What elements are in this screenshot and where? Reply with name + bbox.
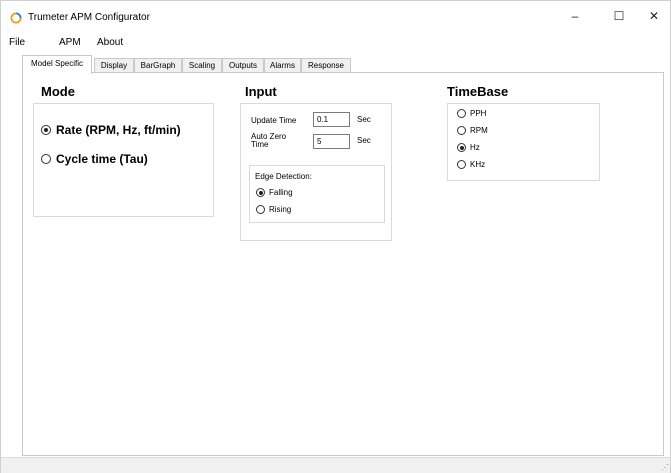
input-heading: Input [245, 84, 277, 99]
timebase-hz-radio[interactable]: Hz [457, 143, 480, 152]
edge-rising-label: Rising [269, 205, 292, 214]
menu-apm[interactable]: APM [59, 37, 81, 48]
edge-detection-label: Edge Detection: [255, 172, 312, 181]
app-window: Trumeter APM Configurator – ☐ ✕ File APM… [0, 0, 671, 473]
timebase-hz-label: Hz [470, 143, 480, 152]
tab-strip: Model Specific Display BarGraph Scaling … [1, 55, 670, 74]
tab-outputs[interactable]: Outputs [222, 58, 264, 73]
mode-rate-radio[interactable]: Rate (RPM, Hz, ft/min) [41, 123, 181, 137]
radio-unchecked-icon [457, 109, 466, 118]
mode-heading: Mode [41, 84, 75, 99]
edge-falling-radio[interactable]: Falling [256, 188, 293, 197]
auto-zero-input[interactable] [313, 134, 350, 149]
timebase-pph-label: PPH [470, 109, 487, 118]
radio-unchecked-icon [457, 160, 466, 169]
tab-bargraph[interactable]: BarGraph [134, 58, 182, 73]
tab-response[interactable]: Response [301, 58, 351, 73]
timebase-khz-radio[interactable]: KHz [457, 160, 485, 169]
timebase-rpm-radio[interactable]: RPM [457, 126, 488, 135]
radio-checked-icon [457, 143, 466, 152]
menu-file[interactable]: File [9, 37, 25, 48]
minimize-button[interactable]: – [557, 1, 593, 31]
update-time-unit: Sec [357, 115, 371, 124]
radio-unchecked-icon [41, 154, 51, 164]
input-group: Update Time Sec Auto Zero Time Sec Edge … [240, 103, 392, 241]
edge-rising-radio[interactable]: Rising [256, 205, 291, 214]
tab-display[interactable]: Display [94, 58, 134, 73]
title-bar[interactable]: Trumeter APM Configurator – ☐ ✕ [1, 1, 670, 33]
auto-zero-label-line2: Time [251, 140, 269, 149]
menu-bar: File APM About [1, 33, 670, 53]
mode-cycle-time-radio[interactable]: Cycle time (Tau) [41, 152, 148, 166]
edge-falling-label: Falling [269, 188, 293, 197]
resize-grip-icon[interactable]: ⋰ [661, 463, 669, 472]
mode-cycle-time-label: Cycle time (Tau) [56, 152, 148, 166]
radio-unchecked-icon [256, 205, 265, 214]
radio-unchecked-icon [457, 126, 466, 135]
timebase-heading: TimeBase [447, 84, 509, 99]
radio-checked-icon [256, 188, 265, 197]
mode-rate-label: Rate (RPM, Hz, ft/min) [56, 123, 181, 137]
update-time-input[interactable] [313, 112, 350, 127]
status-bar [1, 457, 670, 473]
edge-detection-group: Edge Detection: Falling Rising [249, 165, 385, 223]
timebase-rpm-label: RPM [470, 126, 488, 135]
radio-checked-icon [41, 125, 51, 135]
ring-icon [10, 12, 22, 24]
mode-group: Rate (RPM, Hz, ft/min) Cycle time (Tau) [33, 103, 214, 217]
timebase-group: PPH RPM Hz KHz [447, 103, 600, 181]
maximize-button[interactable]: ☐ [601, 1, 637, 31]
update-time-label: Update Time [251, 116, 297, 125]
tab-scaling[interactable]: Scaling [182, 58, 222, 73]
window-title: Trumeter APM Configurator [28, 12, 150, 23]
timebase-khz-label: KHz [470, 160, 486, 169]
tab-panel-model-specific: Mode Rate (RPM, Hz, ft/min) Cycle time (… [22, 72, 664, 456]
tab-alarms[interactable]: Alarms [264, 58, 301, 73]
tab-model-specific[interactable]: Model Specific [22, 55, 92, 74]
close-button[interactable]: ✕ [636, 1, 671, 31]
auto-zero-unit: Sec [357, 136, 371, 145]
timebase-pph-radio[interactable]: PPH [457, 109, 486, 118]
menu-about[interactable]: About [97, 37, 123, 48]
